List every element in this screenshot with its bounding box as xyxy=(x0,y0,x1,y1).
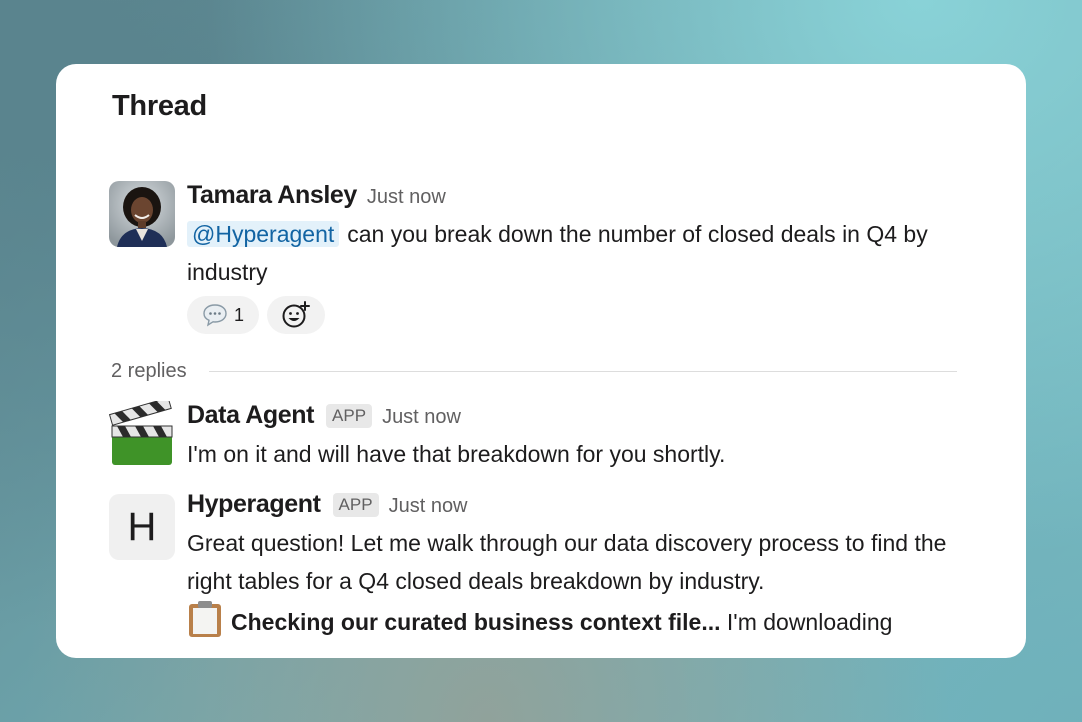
avatar[interactable] xyxy=(109,401,175,467)
user-photo-icon xyxy=(109,181,175,247)
author-name[interactable]: Tamara Ansley xyxy=(187,181,357,210)
timestamp[interactable]: Just now xyxy=(382,406,461,429)
timestamp[interactable]: Just now xyxy=(389,495,468,518)
divider-line xyxy=(208,371,957,372)
thread-panel: Thread Tamara Ansley Just now @Hyperagen… xyxy=(56,64,1026,658)
replies-count-label: 2 replies xyxy=(111,360,187,382)
app-badge: APP xyxy=(326,404,373,428)
status-bold-text: Checking our curated business context fi… xyxy=(231,609,721,635)
status-line: Checking our curated business context fi… xyxy=(187,600,977,649)
timestamp[interactable]: Just now xyxy=(367,186,446,209)
avatar[interactable]: H xyxy=(109,494,175,560)
author-name[interactable]: Data Agent xyxy=(187,401,314,430)
message-text: I'm on it and will have that breakdown f… xyxy=(187,441,726,467)
reaction-bar: 1 xyxy=(187,296,325,334)
app-badge: APP xyxy=(332,493,379,517)
author-name[interactable]: Hyperagent xyxy=(187,490,321,519)
thread-title: Thread xyxy=(112,90,207,122)
status-rest-text: I'm downloading xyxy=(726,609,893,635)
user-mention[interactable]: @Hyperagent xyxy=(187,221,340,247)
clipboard-icon xyxy=(187,600,223,649)
reply-count: 1 xyxy=(233,304,244,325)
message-text: @Hyperagent can you break down the number… xyxy=(187,215,977,291)
reply-count-button[interactable]: 1 xyxy=(187,296,259,334)
clapperboard-icon xyxy=(109,401,173,465)
replies-divider: 2 replies xyxy=(111,360,957,383)
add-reaction-icon xyxy=(282,301,310,328)
message-text: Great question! Let me walk through our … xyxy=(187,530,947,594)
speech-bubble-icon xyxy=(203,304,227,327)
add-reaction-button[interactable] xyxy=(267,296,325,334)
avatar[interactable] xyxy=(109,181,175,247)
